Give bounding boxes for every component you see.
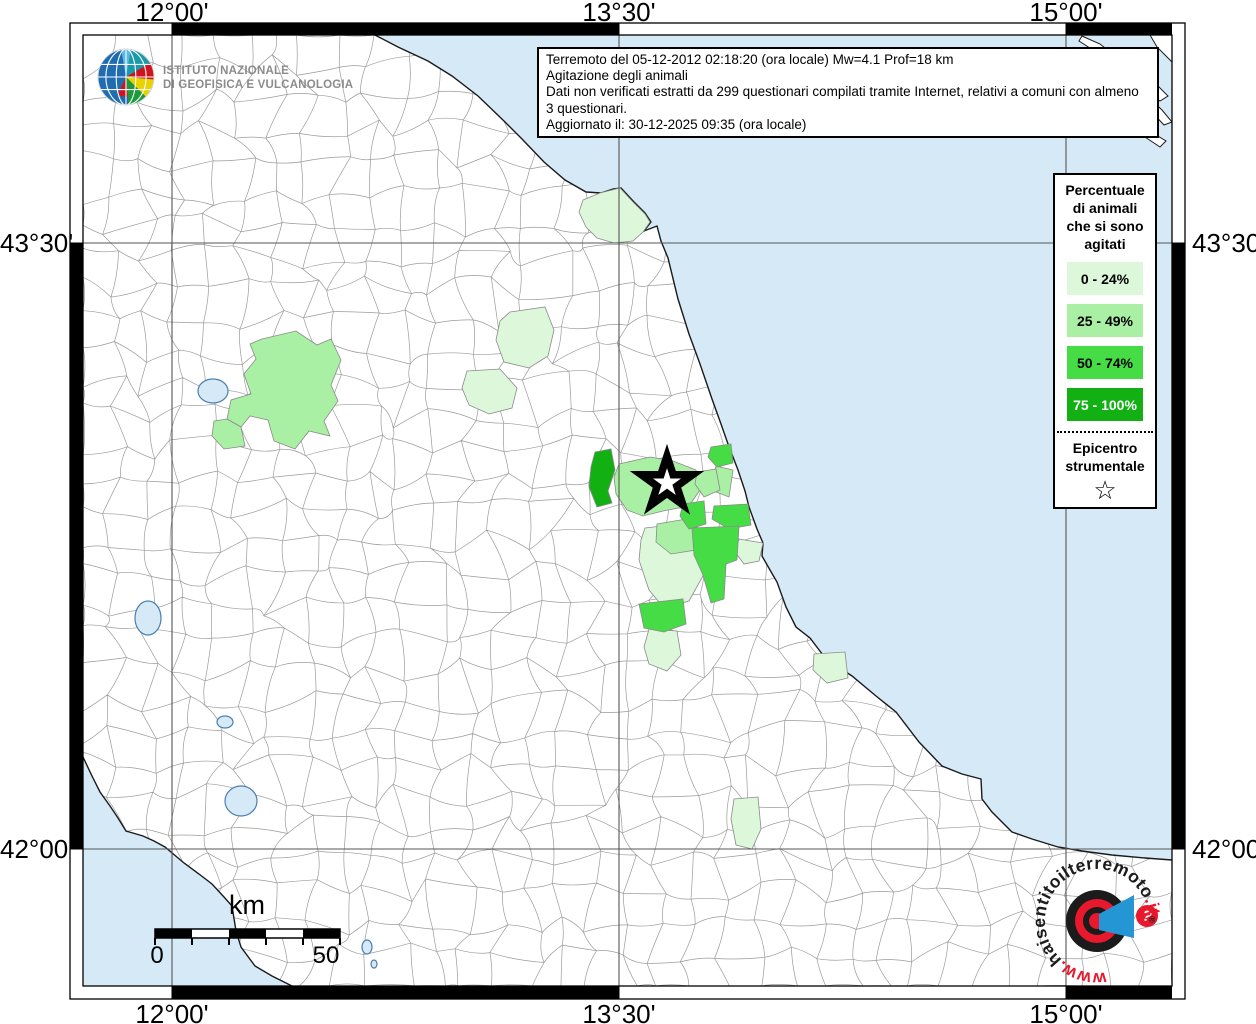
scalebar-end-label: 50 xyxy=(306,942,346,970)
legend-class-swatch: 0 - 24% xyxy=(1067,262,1143,295)
event-info-line: Dati non verificati estratti da 299 ques… xyxy=(546,84,1150,116)
axis-label-lon: 15°00' xyxy=(1026,0,1106,28)
legend-epicenter-line: Epicentro xyxy=(1055,439,1155,457)
axis-label-lon: 12°00' xyxy=(132,0,212,28)
axis-label-lat: 43°30' xyxy=(0,228,63,259)
lake xyxy=(225,786,257,816)
lake xyxy=(217,716,233,728)
municipality-class-2 xyxy=(639,599,686,632)
municipality-class-2 xyxy=(692,526,739,603)
map-canvas: ?www.haisentitoilterremoto.it® xyxy=(0,0,1256,1024)
municipality-class-0 xyxy=(731,797,761,849)
epicenter-star-icon: ☆ xyxy=(1055,477,1155,503)
hsit-map-figure: ?www.haisentitoilterremoto.it® ISTITUTO … xyxy=(0,0,1256,1024)
ingv-name-line2: DI GEOFISICA E VULCANOLOGIA xyxy=(163,78,353,92)
legend-epicenter-line: strumentale xyxy=(1055,457,1155,475)
event-info-box: Terremoto del 05-12-2012 02:18:20 (ora l… xyxy=(537,47,1159,138)
axis-label-lon: 13°30' xyxy=(579,999,659,1024)
legend-title-line: che si sono xyxy=(1055,217,1155,235)
axis-label-lon: 15°00' xyxy=(1026,999,1106,1024)
lake xyxy=(371,960,377,968)
ingv-globe-icon xyxy=(98,49,154,105)
legend-class-swatch: 75 - 100% xyxy=(1067,388,1143,421)
municipality-class-0 xyxy=(496,307,554,368)
municipality-class-2 xyxy=(712,504,751,529)
municipality-class-2 xyxy=(708,444,733,467)
axis-label-lat: 43°30' xyxy=(1192,228,1256,259)
legend-title-line: agitati xyxy=(1055,235,1155,253)
scalebar-unit-label: km xyxy=(217,890,277,921)
legend-title-line: di animali xyxy=(1055,199,1155,217)
legend-box: Percentuale di animali che si sono agita… xyxy=(1053,173,1157,509)
axis-label-lat: 42°00' xyxy=(1192,834,1256,865)
municipality-class-0 xyxy=(462,369,517,414)
lake xyxy=(135,601,161,635)
municipality-class-3 xyxy=(589,449,615,507)
municipality-class-1 xyxy=(227,331,341,449)
legend-divider xyxy=(1057,431,1153,433)
lake xyxy=(362,940,372,954)
municipality-class-0 xyxy=(735,539,763,564)
ingv-logo-text: ISTITUTO NAZIONALE DI GEOFISICA E VULCAN… xyxy=(163,64,353,92)
legend-class-swatch: 25 - 49% xyxy=(1067,304,1143,337)
municipality-class-0 xyxy=(644,629,681,671)
event-info-line: Aggiornato il: 30-12-2025 09:35 (ora loc… xyxy=(546,117,1150,133)
tyrrhenian-sea xyxy=(83,757,292,986)
event-info-line: Agitazione degli animali xyxy=(546,68,1150,84)
map-layers xyxy=(81,33,1174,988)
axis-label-lat: 42°00' xyxy=(0,834,63,865)
lake xyxy=(198,379,228,403)
hsit-logo: ?www.haisentitoilterremoto.it® xyxy=(1029,853,1165,989)
event-info-line: Terremoto del 05-12-2012 02:18:20 (ora l… xyxy=(546,52,1150,68)
axis-label-lon: 13°30' xyxy=(579,0,659,28)
legend-title-line: Percentuale xyxy=(1055,181,1155,199)
axis-label-lon: 12°00' xyxy=(132,999,212,1024)
municipality-class-0 xyxy=(813,652,848,683)
scalebar-start-label: 0 xyxy=(137,942,177,970)
legend-class-swatch: 50 - 74% xyxy=(1067,346,1143,379)
ingv-name-line1: ISTITUTO NAZIONALE xyxy=(163,64,353,78)
